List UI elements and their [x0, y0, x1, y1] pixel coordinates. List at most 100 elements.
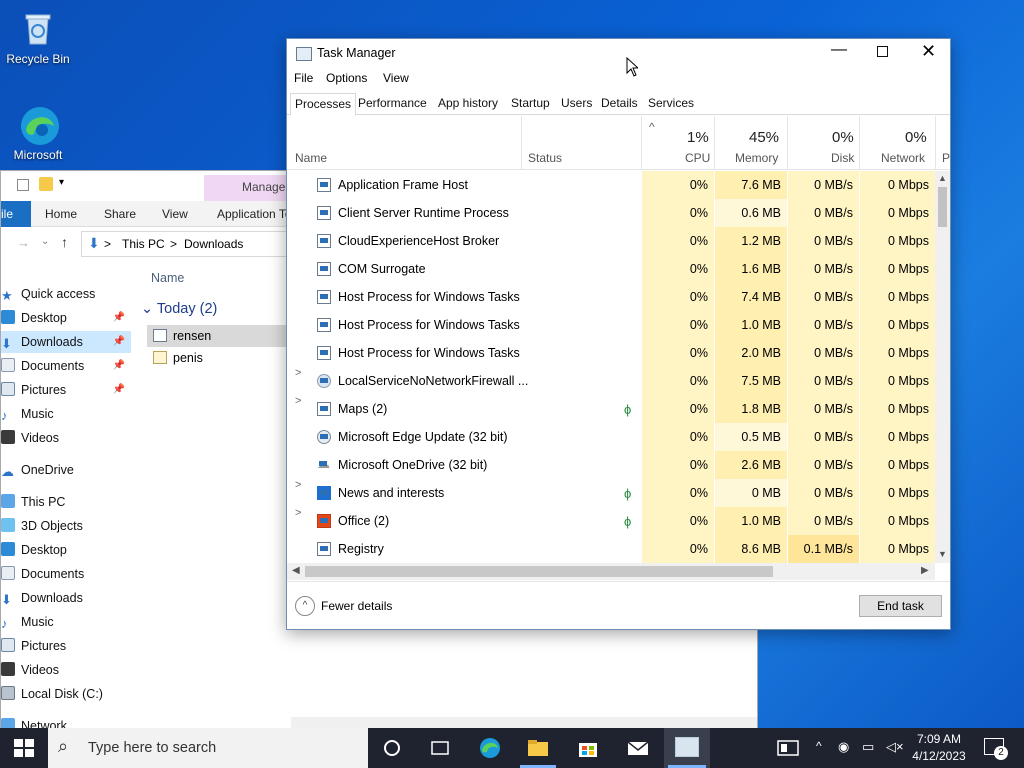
title-bar[interactable]: Task Manager — ✕	[287, 39, 950, 69]
file-explorer-taskbar-icon[interactable]	[526, 736, 550, 760]
col-cpu[interactable]: CPU	[685, 151, 710, 165]
up-arrow-icon[interactable]: ↑	[61, 234, 68, 250]
nav-pictures[interactable]: Pictures 📌	[1, 379, 131, 401]
process-row[interactable]: Host Process for Windows Tasks 0% 2.0 MB…	[287, 339, 935, 367]
file-row-rensen[interactable]: rensen	[147, 325, 287, 347]
col-disk[interactable]: Disk	[831, 151, 854, 165]
tab-processes[interactable]: Processes	[290, 93, 357, 116]
tab-performance[interactable]: Performance	[354, 93, 431, 115]
nav-quick-access[interactable]: ★ Quick access	[1, 283, 131, 305]
tab-services[interactable]: Services	[644, 93, 698, 115]
menu-file[interactable]: File	[294, 71, 313, 85]
col-name[interactable]: Name	[295, 151, 327, 165]
ribbon-home-tab[interactable]: Home	[45, 201, 77, 227]
expand-chevron-icon[interactable]: >	[295, 395, 301, 407]
desktop-icon-edge[interactable]: Microsoft	[0, 104, 76, 162]
tab-users[interactable]: Users	[557, 93, 596, 115]
process-row[interactable]: Host Process for Windows Tasks 0% 1.0 MB…	[287, 311, 935, 339]
nav-pc-videos[interactable]: Videos	[1, 659, 131, 681]
process-row[interactable]: > News and interests ϕ 0% 0 MB 0 MB/s 0 …	[287, 479, 935, 507]
ribbon-view-tab[interactable]: View	[162, 201, 188, 227]
nav-pc-pictures[interactable]: Pictures	[1, 635, 131, 657]
task-view-icon[interactable]	[428, 736, 452, 760]
expand-chevron-icon[interactable]: >	[295, 479, 301, 491]
chevron-down-icon[interactable]: ▾	[59, 177, 64, 188]
process-row[interactable]: > Maps (2) ϕ 0% 1.8 MB 0 MB/s 0 Mbps	[287, 395, 935, 423]
process-row[interactable]: > Office (2) ϕ 0% 1.0 MB 0 MB/s 0 Mbps	[287, 507, 935, 535]
nav-videos[interactable]: Videos	[1, 427, 131, 449]
tab-startup[interactable]: Startup	[507, 93, 554, 115]
column-name-header[interactable]: Name	[151, 271, 184, 285]
ribbon-manage[interactable]: Manage	[242, 180, 285, 194]
edge-taskbar-icon[interactable]	[478, 736, 502, 760]
nav-pc-music[interactable]: ♪ Music	[1, 611, 131, 633]
nav-3d-objects[interactable]: 3D Objects	[1, 515, 131, 537]
group-today-header[interactable]: ⌄ Today (2)	[141, 301, 217, 317]
menu-options[interactable]: Options	[326, 71, 367, 85]
scroll-up-icon[interactable]: ▲	[938, 173, 947, 183]
process-row[interactable]: ☁ Microsoft OneDrive (32 bit) 0% 2.6 MB …	[287, 451, 935, 479]
forward-arrow-icon[interactable]: →	[17, 235, 30, 250]
nav-pc-documents[interactable]: Documents	[1, 563, 131, 585]
desktop-icon-recycle-bin[interactable]: Recycle Bin	[0, 8, 76, 66]
folder-icon[interactable]	[39, 177, 53, 191]
volume-muted-icon[interactable]: ◁×	[886, 739, 904, 755]
store-taskbar-icon[interactable]	[576, 736, 600, 760]
process-row[interactable]: Client Server Runtime Process 0% 0.6 MB …	[287, 199, 935, 227]
nav-local-disk[interactable]: Local Disk (C:)	[1, 683, 131, 705]
nav-documents[interactable]: Documents 📌	[1, 355, 131, 377]
nav-downloads[interactable]: ⬇ Downloads 📌	[1, 331, 131, 353]
close-icon[interactable]: ✕	[921, 41, 936, 62]
mail-taskbar-icon[interactable]	[626, 736, 650, 760]
address-bar[interactable]: ⬇ > This PC > Downloads	[81, 231, 287, 257]
windows-start-icon[interactable]	[12, 736, 36, 760]
network-tray-icon[interactable]: ▭	[862, 739, 874, 755]
nav-onedrive[interactable]: ☁ OneDrive	[1, 459, 131, 481]
expand-chevron-icon[interactable]: >	[295, 367, 301, 379]
maximize-icon[interactable]	[877, 46, 888, 57]
end-task-button[interactable]: End task	[859, 595, 942, 617]
ribbon-share-tab[interactable]: Share	[104, 201, 136, 227]
menu-view[interactable]: View	[383, 71, 409, 85]
fewer-details-toggle[interactable]: ^ Fewer details	[295, 596, 457, 618]
col-status[interactable]: Status	[528, 151, 562, 165]
taskbar-search-box[interactable]: ⌕ Type here to search	[48, 728, 368, 768]
checkbox-icon[interactable]	[17, 179, 29, 191]
horizontal-scrollbar[interactable]: ◀ ▶	[287, 563, 935, 580]
process-row[interactable]: Application Frame Host 0% 7.6 MB 0 MB/s …	[287, 171, 935, 199]
col-network[interactable]: Network	[881, 151, 925, 165]
scroll-right-icon[interactable]: ▶	[921, 565, 929, 576]
ribbon-file-tab[interactable]: ile	[1, 201, 13, 227]
col-power-partial[interactable]: P	[942, 151, 950, 165]
cortana-icon[interactable]	[380, 736, 404, 760]
recent-chevron-icon[interactable]: ⌄	[41, 236, 49, 247]
vertical-scrollbar[interactable]: ▲ ▼	[935, 171, 950, 563]
ribbon-app-tools-tab[interactable]: Application To	[217, 201, 292, 227]
camera-tray-icon[interactable]: ◉	[838, 739, 849, 755]
process-row[interactable]: Host Process for Windows Tasks 0% 7.4 MB…	[287, 283, 935, 311]
clock-date[interactable]: 4/12/2023	[910, 749, 968, 763]
process-row[interactable]: Microsoft Edge Update (32 bit) 0% 0.5 MB…	[287, 423, 935, 451]
col-memory[interactable]: Memory	[735, 151, 778, 165]
file-row-penis[interactable]: penis	[147, 347, 287, 369]
nav-music[interactable]: ♪ Music	[1, 403, 131, 425]
process-row[interactable]: COM Surrogate 0% 1.6 MB 0 MB/s 0 Mbps	[287, 255, 935, 283]
nav-pc-downloads[interactable]: ⬇ Downloads	[1, 587, 131, 609]
process-row[interactable]: > LocalServiceNoNetworkFirewall ... 0% 7…	[287, 367, 935, 395]
nav-pc-desktop[interactable]: Desktop	[1, 539, 131, 561]
minimize-icon[interactable]: —	[831, 41, 847, 59]
tray-chevron-up-icon[interactable]: ^	[816, 739, 822, 753]
scroll-thumb[interactable]	[938, 187, 947, 227]
task-manager-taskbar-button[interactable]	[664, 728, 710, 768]
expand-chevron-icon[interactable]: >	[295, 507, 301, 519]
breadcrumb-this-pc[interactable]: This PC	[122, 237, 165, 251]
news-widget-icon[interactable]	[776, 736, 800, 760]
process-row[interactable]: CloudExperienceHost Broker 0% 1.2 MB 0 M…	[287, 227, 935, 255]
nav-desktop[interactable]: Desktop 📌	[1, 307, 131, 329]
breadcrumb-downloads[interactable]: Downloads	[184, 237, 243, 251]
hscroll-thumb[interactable]	[305, 566, 773, 577]
clock-time[interactable]: 7:09 AM	[916, 732, 962, 746]
tab-app-history[interactable]: App history	[434, 93, 502, 115]
scroll-left-icon[interactable]: ◀	[292, 565, 300, 576]
scroll-down-icon[interactable]: ▼	[938, 549, 947, 559]
